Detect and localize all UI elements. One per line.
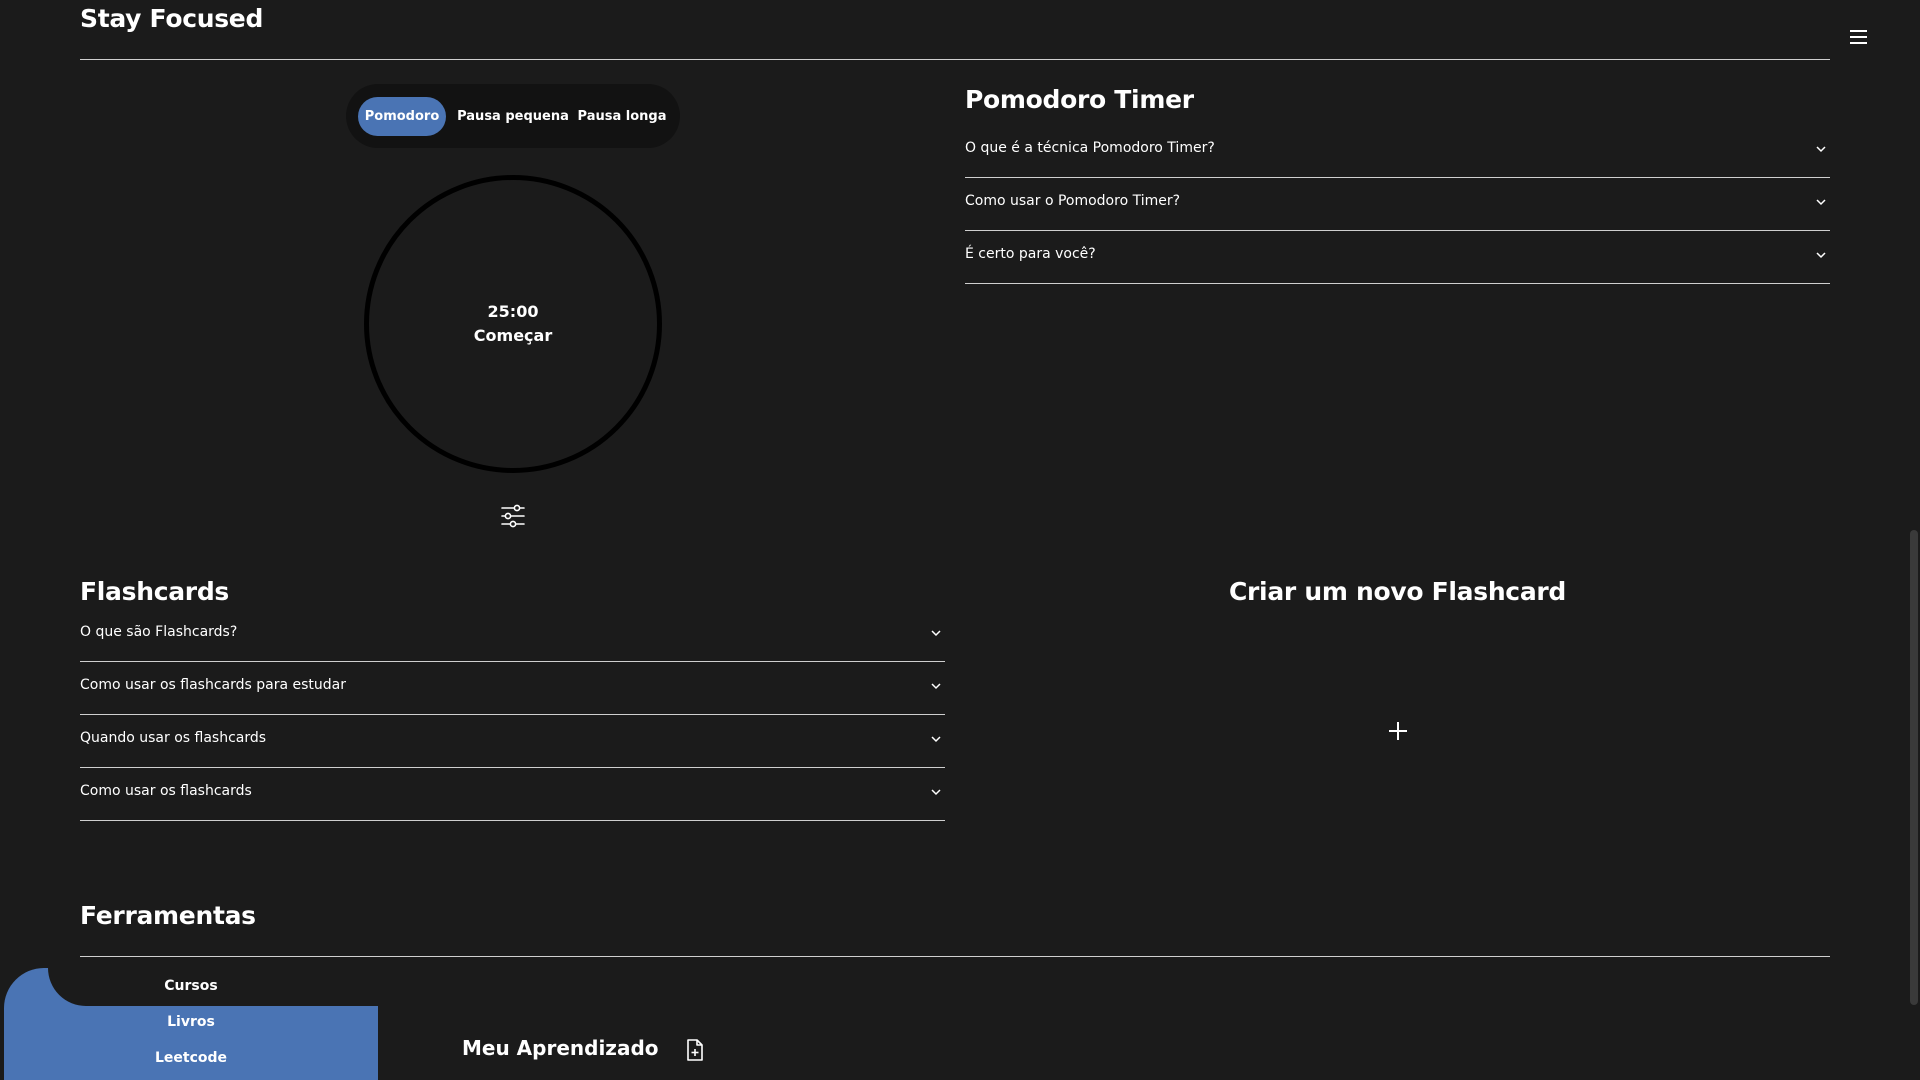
accordion-label: Como usar os flashcards [80, 783, 252, 799]
create-flashcard-title: Criar um novo Flashcard [1228, 577, 1567, 606]
accordion-label: É certo para você? [965, 246, 1096, 262]
file-plus-icon[interactable] [684, 1038, 706, 1062]
chevron-down-icon [931, 736, 941, 743]
tools-divider [80, 956, 1830, 957]
chevron-down-icon [931, 683, 941, 690]
accordion-item[interactable]: Quando usar os flashcards [80, 715, 945, 768]
scrollbar-thumb[interactable] [1910, 530, 1918, 1005]
timer-circle[interactable]: 25:00 Começar [364, 175, 662, 473]
tab-short-break[interactable]: Pausa pequena [452, 97, 574, 136]
chevron-down-icon [931, 630, 941, 637]
plus-icon[interactable] [1387, 720, 1409, 742]
tab-pomodoro[interactable]: Pomodoro [358, 97, 446, 136]
chevron-down-icon [1816, 252, 1826, 259]
timer-time: 25:00 [487, 302, 539, 321]
accordion-item[interactable]: O que são Flashcards? [80, 609, 945, 662]
site-title: Stay Focused [80, 4, 264, 33]
pomodoro-info-title: Pomodoro Timer [965, 85, 1194, 114]
side-link-cursos[interactable]: Cursos [4, 978, 378, 994]
sliders-icon[interactable] [499, 503, 527, 529]
side-link-livros[interactable]: Livros [4, 1014, 378, 1030]
accordion-item[interactable]: Como usar os flashcards para estudar [80, 662, 945, 715]
accordion-item[interactable]: O que é a técnica Pomodoro Timer? [965, 125, 1830, 178]
accordion-item[interactable]: É certo para você? [965, 231, 1830, 284]
tab-long-break[interactable]: Pausa longa [574, 97, 670, 136]
start-button[interactable]: Começar [369, 326, 657, 345]
flashcards-title: Flashcards [80, 577, 229, 606]
side-link-leetcode[interactable]: Leetcode [4, 1050, 378, 1066]
accordion-item[interactable]: Como usar o Pomodoro Timer? [965, 178, 1830, 231]
chevron-down-icon [1816, 146, 1826, 153]
accordion-label: O que são Flashcards? [80, 624, 238, 640]
accordion-label: Quando usar os flashcards [80, 730, 267, 746]
accordion-label: O que é a técnica Pomodoro Timer? [965, 140, 1215, 156]
accordion-label: Como usar os flashcards para estudar [80, 677, 346, 693]
chevron-down-icon [1816, 199, 1826, 206]
timer-mode-tabs: Pomodoro Pausa pequena Pausa longa [346, 84, 680, 148]
header-divider [80, 59, 1830, 60]
hamburger-menu-icon[interactable] [1850, 30, 1872, 48]
tools-title: Ferramentas [80, 901, 256, 930]
accordion-item[interactable]: Como usar os flashcards [80, 768, 945, 821]
accordion-label: Como usar o Pomodoro Timer? [965, 193, 1181, 209]
chevron-down-icon [931, 789, 941, 796]
learning-title: Meu Aprendizado [462, 1036, 659, 1060]
